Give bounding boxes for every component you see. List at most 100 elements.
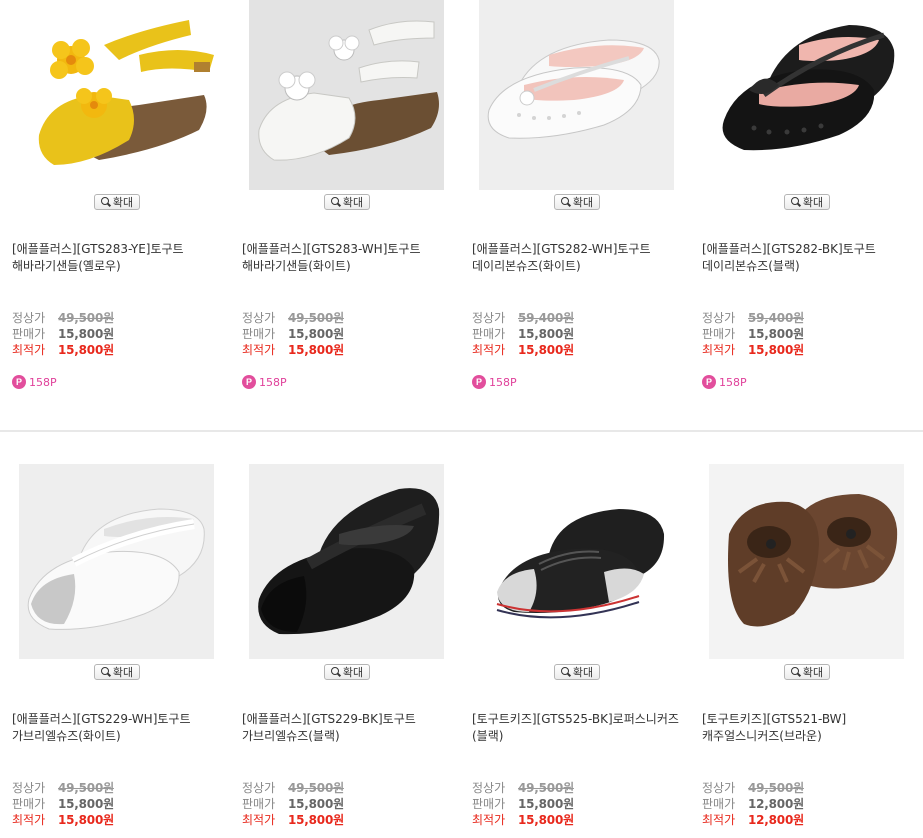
price-block: 정상가 49,500원 판매가 15,800원 최적가 15,800원 [472, 780, 682, 828]
best-price: 15,800원 [748, 343, 804, 357]
regular-price-label: 정상가 [702, 311, 736, 325]
product-image-yellow-flower-sandal[interactable] [19, 0, 214, 190]
product-title[interactable]: [토구트키즈][GTS525-BK]로퍼스니커즈(블랙) [472, 711, 682, 745]
best-price-label: 최적가 [472, 813, 506, 827]
sale-price-label: 판매가 [12, 327, 46, 341]
sale-price: 15,800원 [58, 327, 114, 341]
zoom-button[interactable]: 확대 [554, 664, 600, 680]
magnifier-icon [330, 667, 341, 677]
zoom-button[interactable]: 확대 [94, 194, 140, 210]
point-badge: P 158P [702, 375, 747, 389]
product-card: 확대 [애플플러스][GTS283-WH]토구트 해바라기샌들(화이트) 정상가… [230, 0, 460, 430]
sale-price-label: 판매가 [242, 327, 276, 341]
product-card: 확대 [애플플러스][GTS283-YE]토구트 해바라기샌들(옐로우) 정상가… [0, 0, 230, 430]
point-icon: P [702, 375, 716, 389]
best-price-label: 최적가 [242, 343, 276, 357]
product-card: 확대 [애플플러스][GTS229-BK]토구트 가브리엘슈즈(블랙) 정상가 4… [230, 433, 460, 838]
sale-price: 12,800원 [748, 797, 804, 811]
sale-price-label: 판매가 [702, 327, 736, 341]
regular-price-label: 정상가 [472, 781, 506, 795]
point-icon: P [12, 375, 26, 389]
product-title[interactable]: [애플플러스][GTS229-WH]토구트 가브리엘슈즈(화이트) [12, 711, 222, 745]
best-price-label: 최적가 [242, 813, 276, 827]
product-image-brown-casual-sneaker[interactable] [709, 464, 904, 659]
row-divider [0, 430, 923, 432]
product-title[interactable]: [토구트키즈][GTS521-BW]캐주얼스니커즈(브라운) [702, 711, 912, 745]
point-icon: P [472, 375, 486, 389]
zoom-button[interactable]: 확대 [324, 194, 370, 210]
price-block: 정상가 49,500원 판매가 12,800원 최적가 12,800원 [702, 780, 912, 828]
best-price-label: 최적가 [702, 343, 736, 357]
sale-price-label: 판매가 [12, 797, 46, 811]
magnifier-icon [560, 197, 571, 207]
regular-price: 49,500원 [58, 781, 114, 795]
product-title[interactable]: [애플플러스][GTS229-BK]토구트 가브리엘슈즈(블랙) [242, 711, 452, 745]
regular-price: 49,500원 [58, 311, 114, 325]
product-title[interactable]: [애플플러스][GTS283-YE]토구트 해바라기샌들(옐로우) [12, 241, 222, 275]
product-title[interactable]: [애플플러스][GTS283-WH]토구트 해바라기샌들(화이트) [242, 241, 452, 275]
product-image-white-mary-jane[interactable] [19, 464, 214, 659]
best-price: 15,800원 [518, 343, 574, 357]
best-price-label: 최적가 [12, 813, 46, 827]
best-price: 15,800원 [58, 343, 114, 357]
point-badge: P 158P [242, 375, 287, 389]
point-badge: P 158P [472, 375, 517, 389]
best-price-label: 최적가 [472, 343, 506, 357]
product-card: 확대 [애플플러스][GTS282-BK]토구트 데이리본슈즈(블랙) 정상가 5… [690, 0, 920, 430]
regular-price: 49,500원 [288, 781, 344, 795]
regular-price-label: 정상가 [242, 311, 276, 325]
product-row-2: 확대 [애플플러스][GTS229-WH]토구트 가브리엘슈즈(화이트) 정상가… [0, 433, 923, 838]
zoom-button[interactable]: 확대 [324, 664, 370, 680]
product-card: 확대 [애플플러스][GTS229-WH]토구트 가브리엘슈즈(화이트) 정상가… [0, 433, 230, 838]
best-price: 15,800원 [288, 813, 344, 827]
product-image-white-flower-sandal[interactable] [249, 0, 444, 190]
sale-price: 15,800원 [518, 327, 574, 341]
sale-price-label: 판매가 [472, 327, 506, 341]
magnifier-icon [100, 197, 111, 207]
magnifier-icon [790, 197, 801, 207]
magnifier-icon [560, 667, 571, 677]
magnifier-icon [330, 197, 341, 207]
point-badge: P 158P [12, 375, 57, 389]
price-block: 정상가 49,500원 판매가 15,800원 최적가 15,800원 [12, 780, 222, 828]
regular-price-label: 정상가 [702, 781, 736, 795]
sale-price-label: 판매가 [472, 797, 506, 811]
regular-price-label: 정상가 [242, 781, 276, 795]
best-price: 15,800원 [518, 813, 574, 827]
regular-price: 49,500원 [748, 781, 804, 795]
sale-price-label: 판매가 [702, 797, 736, 811]
price-block: 정상가 59,400원 판매가 15,800원 최적가 15,800원 [472, 310, 682, 358]
regular-price-label: 정상가 [472, 311, 506, 325]
point-icon: P [242, 375, 256, 389]
price-block: 정상가 59,400원 판매가 15,800원 최적가 15,800원 [702, 310, 912, 358]
product-image-black-ribbon-shoe[interactable] [709, 0, 904, 190]
zoom-button[interactable]: 확대 [554, 194, 600, 210]
zoom-button[interactable]: 확대 [784, 194, 830, 210]
price-block: 정상가 49,500원 판매가 15,800원 최적가 15,800원 [242, 780, 452, 828]
sale-price: 15,800원 [58, 797, 114, 811]
best-price: 15,800원 [58, 813, 114, 827]
product-card: 확대 [애플플러스][GTS282-WH]토구트 데이리본슈즈(화이트) 정상가… [460, 0, 690, 430]
product-image-white-ribbon-shoe[interactable] [479, 0, 674, 190]
regular-price: 59,400원 [518, 311, 574, 325]
sale-price: 15,800원 [288, 797, 344, 811]
best-price: 15,800원 [288, 343, 344, 357]
product-title[interactable]: [애플플러스][GTS282-WH]토구트 데이리본슈즈(화이트) [472, 241, 682, 275]
magnifier-icon [100, 667, 111, 677]
regular-price-label: 정상가 [12, 311, 46, 325]
product-card: 확대 [토구트키즈][GTS521-BW]캐주얼스니커즈(브라운) 정상가 49,… [690, 433, 920, 838]
product-image-black-loafer-sneaker[interactable] [479, 464, 674, 659]
magnifier-icon [790, 667, 801, 677]
best-price-label: 최적가 [12, 343, 46, 357]
product-image-black-mary-jane[interactable] [249, 464, 444, 659]
sale-price: 15,800원 [288, 327, 344, 341]
product-row-1: 확대 [애플플러스][GTS283-YE]토구트 해바라기샌들(옐로우) 정상가… [0, 0, 923, 430]
zoom-button[interactable]: 확대 [784, 664, 830, 680]
sale-price-label: 판매가 [242, 797, 276, 811]
regular-price: 59,400원 [748, 311, 804, 325]
sale-price: 15,800원 [748, 327, 804, 341]
zoom-button[interactable]: 확대 [94, 664, 140, 680]
regular-price: 49,500원 [288, 311, 344, 325]
product-title[interactable]: [애플플러스][GTS282-BK]토구트 데이리본슈즈(블랙) [702, 241, 912, 275]
regular-price: 49,500원 [518, 781, 574, 795]
